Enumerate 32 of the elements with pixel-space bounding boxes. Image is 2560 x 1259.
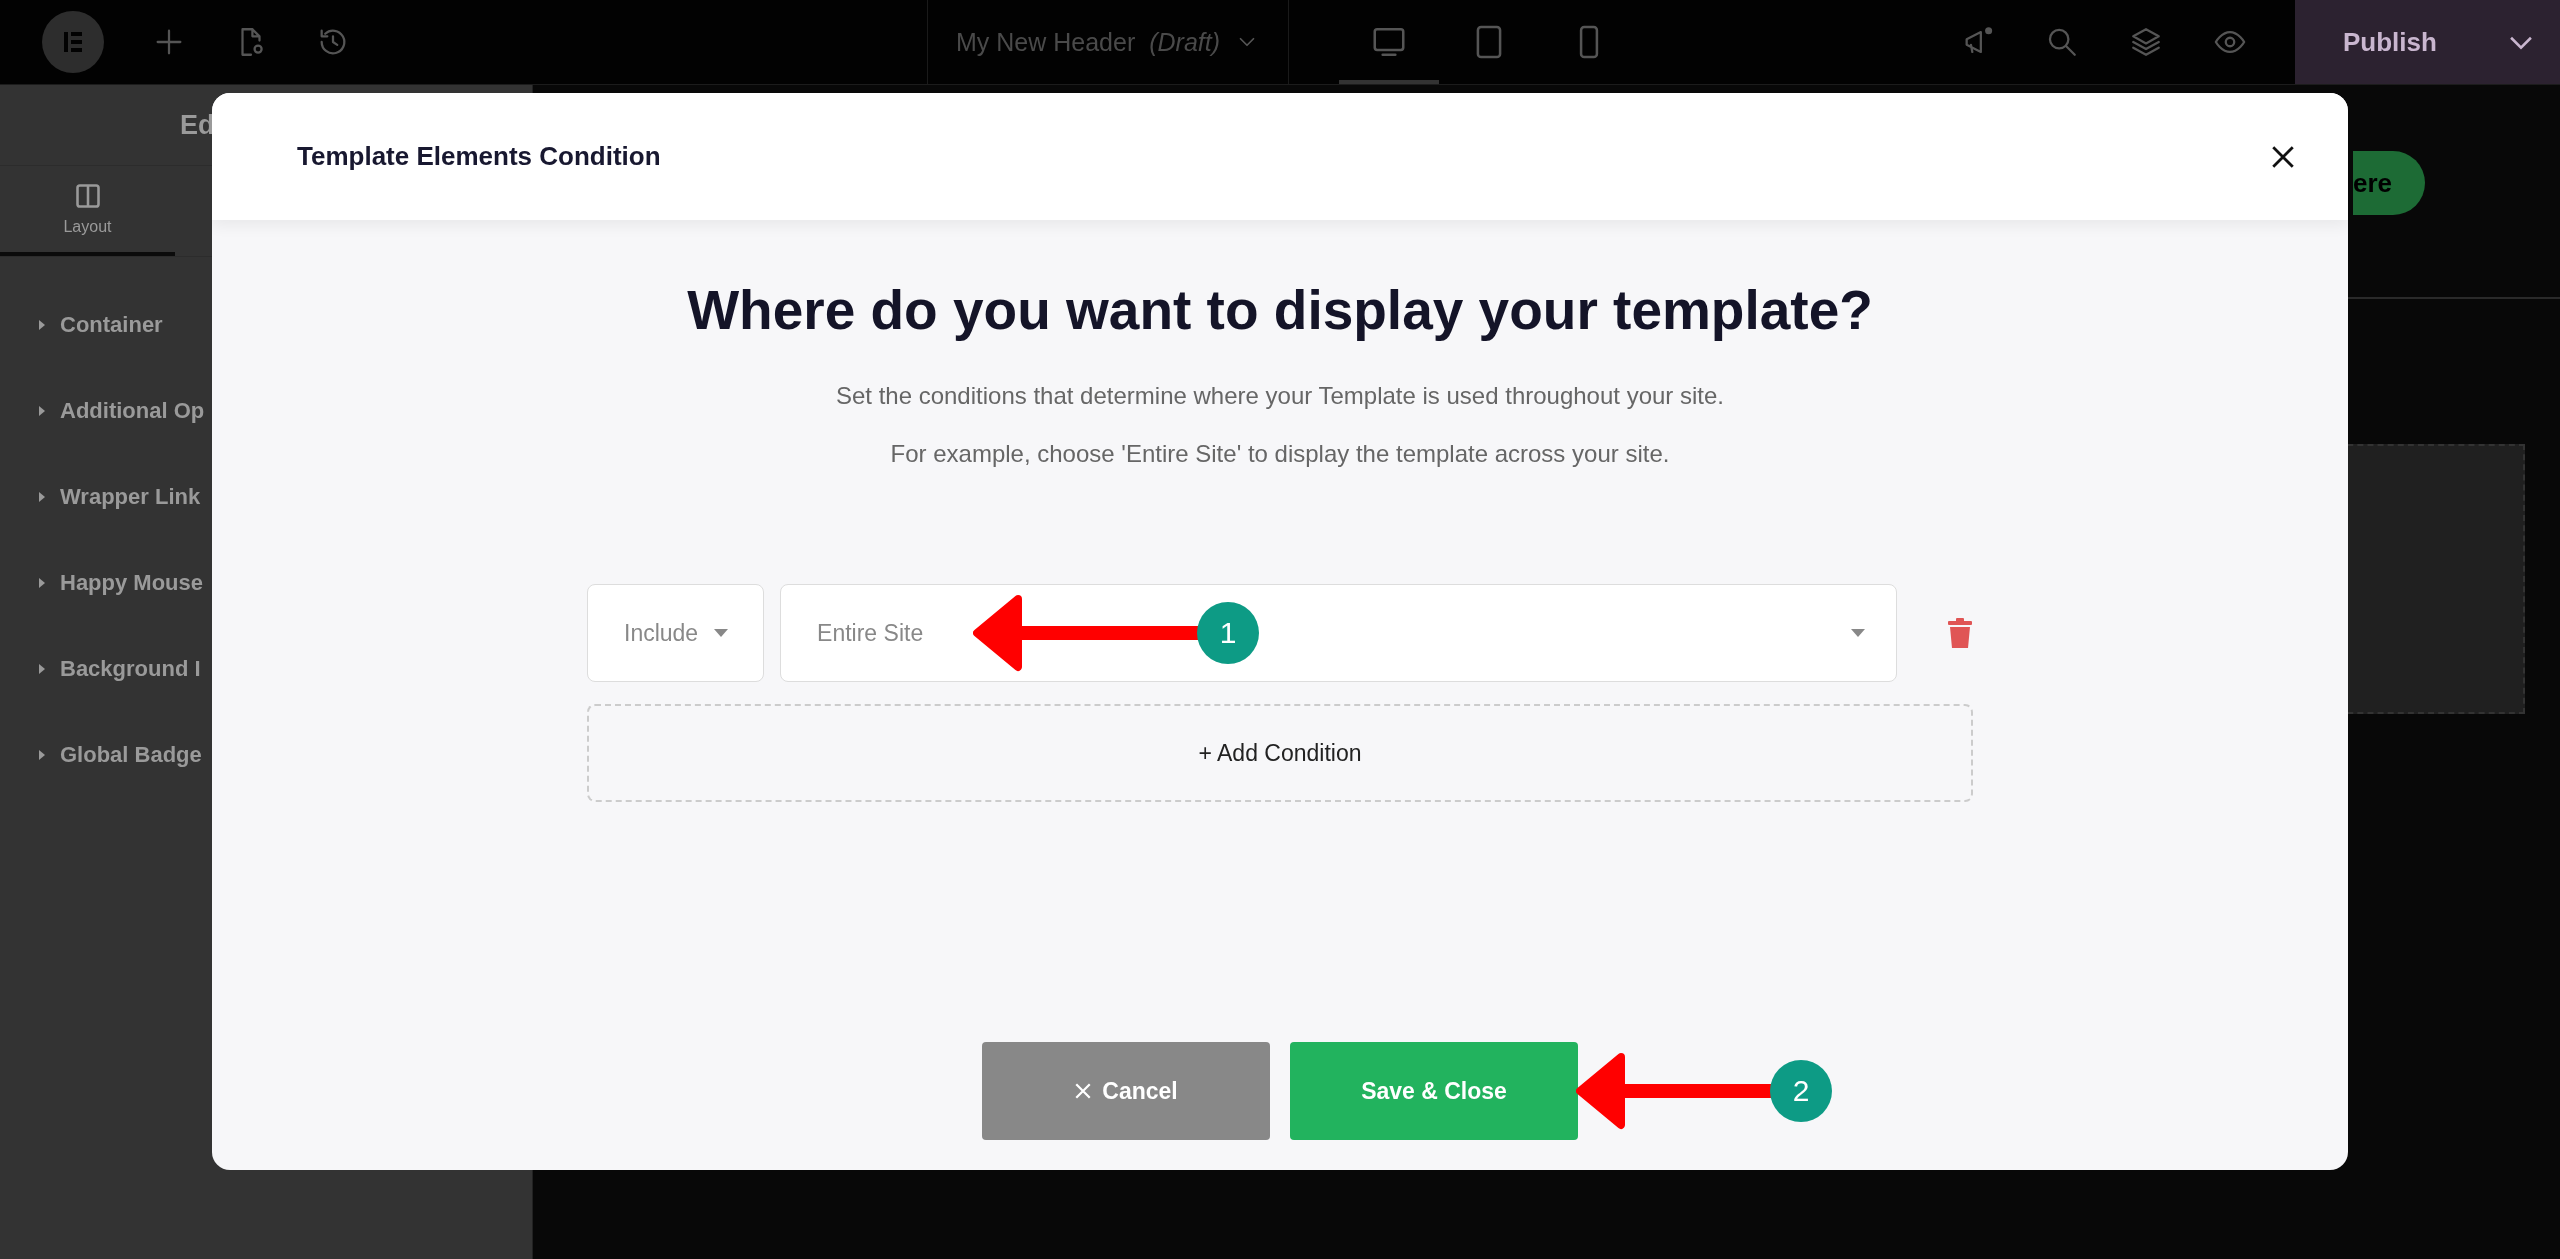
document-title[interactable]: My New Header (Draft)	[927, 0, 1290, 84]
dialog-description: For example, choose 'Entire Site' to display the template across your site.	[890, 440, 1670, 468]
dialog-heading: Where do you want to display your template?	[687, 278, 1873, 342]
condition-type-select[interactable]: Include	[587, 584, 765, 682]
caret-right-icon	[38, 405, 46, 417]
step-badge: 2	[1770, 1060, 1832, 1122]
add-condition-button[interactable]: + Add Condition	[587, 704, 1973, 802]
caret-right-icon	[38, 749, 46, 761]
caret-right-icon	[38, 319, 46, 331]
caret-right-icon	[38, 491, 46, 503]
close-icon	[1074, 1082, 1093, 1100]
section-header[interactable]: Additional Op	[38, 393, 205, 429]
section-header[interactable]: Global Badge	[38, 737, 202, 773]
publish-button[interactable]: Publish	[2295, 0, 2560, 84]
caret-right-icon	[38, 663, 46, 675]
section-header[interactable]: Container	[38, 307, 163, 343]
trash-icon	[1947, 617, 1973, 649]
section-header[interactable]: Happy Mouse	[38, 565, 204, 601]
save-button[interactable]: Save & Close	[1290, 1042, 1578, 1140]
section-header[interactable]: Background I	[38, 651, 201, 687]
panel-tab[interactable]: Layout	[0, 166, 175, 256]
columns-icon	[73, 182, 102, 210]
dialog-description: Set the conditions that determine where your Template is used throughout your site.	[835, 382, 1725, 410]
caret-down-icon	[713, 628, 730, 638]
caret-right-icon	[38, 577, 46, 589]
delete-button[interactable]	[1947, 617, 1973, 649]
layers-icon[interactable]	[2129, 25, 2163, 59]
dialog-title: Template Elements Condition	[297, 141, 661, 172]
section-header[interactable]: Wrapper Link	[38, 479, 201, 515]
cancel-button[interactable]: Cancel	[982, 1042, 1270, 1140]
canvas-button[interactable]: ere	[2353, 151, 2425, 215]
caret-down-icon	[1850, 628, 1866, 638]
